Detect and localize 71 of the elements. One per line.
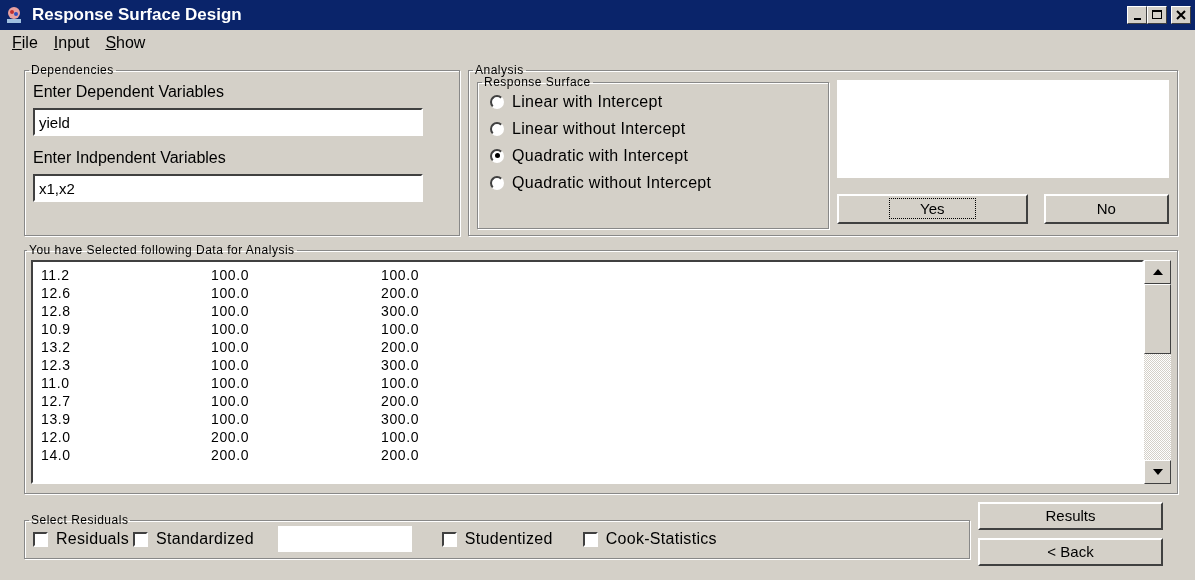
close-icon [1176,10,1186,20]
maximize-button[interactable] [1147,6,1167,24]
data-cell-text: 100.0 [211,266,251,284]
data-cell-text: 11.0 [41,374,71,392]
checkbox-option[interactable]: Studentized [441,527,553,551]
data-cell-text: 14.0 [41,446,72,464]
data-cell-text: 13.2 [41,338,72,356]
data-cell-text: 300.0 [381,356,421,374]
data-cell-text: 12.8 [41,302,72,320]
text-field[interactable]: x1,x2 [33,174,423,202]
data-cell-text: 13.9 [41,410,72,428]
data-cell-text: 200.0 [211,428,251,446]
data-cell-text: 100.0 [381,428,421,446]
data-cell-text: 12.6 [41,284,72,302]
data-cell-text: 100.0 [381,374,421,392]
data-cell-text: 100.0 [211,356,251,374]
data-cell-text: 200.0 [381,392,421,410]
data-cell-text: 100.0 [381,320,421,338]
data-cell-text: 200.0 [381,338,421,356]
data-cell-text: 11.2 [41,266,71,284]
text-field[interactable] [277,526,412,552]
data-cell-text: 100.0 [211,302,251,320]
maximize-icon [1151,10,1163,20]
data-cell-text: 100.0 [211,284,251,302]
checkbox-option[interactable]: Residuals [33,527,129,551]
scroll-up-button[interactable] [1144,260,1171,284]
panel-title: Dependencies [30,64,115,76]
checkbox-option[interactable]: Standardized [132,527,254,551]
field-label: Enter Dependent Variables [33,82,225,102]
data-cell-text: 100.0 [381,266,421,284]
data-cell-text: 200.0 [211,446,251,464]
down-arrow-icon [1152,469,1163,475]
data-cell-text: 200.0 [381,284,421,302]
menu-item[interactable]: Show [97,31,154,55]
data-cell-text: 12.0 [41,428,72,446]
radio-option[interactable]: Linear with Intercept [486,88,820,115]
data-cell-text: 100.0 [211,410,251,428]
data-cell-text: 300.0 [381,302,421,320]
radio-option[interactable]: Quadratic without Intercept [486,169,820,196]
scroll-down-button[interactable] [1144,460,1171,484]
data-cell-text: 10.9 [41,320,72,338]
panel-title: You have Selected following Data for Analysis [28,244,296,256]
dialog-button[interactable]: Yes [837,194,1028,224]
minimize-icon [1133,17,1141,20]
radio-option[interactable]: Quadratic with Intercept [486,142,820,169]
action-button[interactable]: Results [978,502,1163,530]
data-cell-text: 12.7 [41,392,72,410]
minimize-button[interactable] [1127,6,1147,24]
data-cell-text: 100.0 [211,392,251,410]
data-cell-text: 100.0 [211,374,251,392]
panel-title: Analysis [474,64,524,76]
window-title: Response Surface Design [32,4,243,27]
checkbox-option[interactable]: Cook-Statistics [582,527,717,551]
dialog-button[interactable]: No [1043,194,1169,224]
data-cell-text: 300.0 [381,410,421,428]
text-field[interactable]: yield [33,108,423,136]
up-arrow-icon [1152,269,1163,275]
scroll-thumb[interactable] [1144,284,1171,354]
data-cell-text: 200.0 [381,446,421,464]
data-cell-text: 12.3 [41,356,72,374]
field-label: Enter Indpendent Variables [33,148,227,168]
close-button[interactable] [1171,6,1191,24]
panel-title: Select Residuals [30,514,130,526]
data-cell-text: 100.0 [211,320,251,338]
radio-option[interactable]: Linear without Intercept [486,115,820,142]
group-title: Response Surface [484,76,592,88]
action-button[interactable]: < Back [978,538,1163,566]
data-cell-text: 100.0 [211,338,251,356]
menu-item[interactable]: File [4,31,46,55]
app-icon [4,5,24,25]
menu-item[interactable]: Input [45,31,98,55]
